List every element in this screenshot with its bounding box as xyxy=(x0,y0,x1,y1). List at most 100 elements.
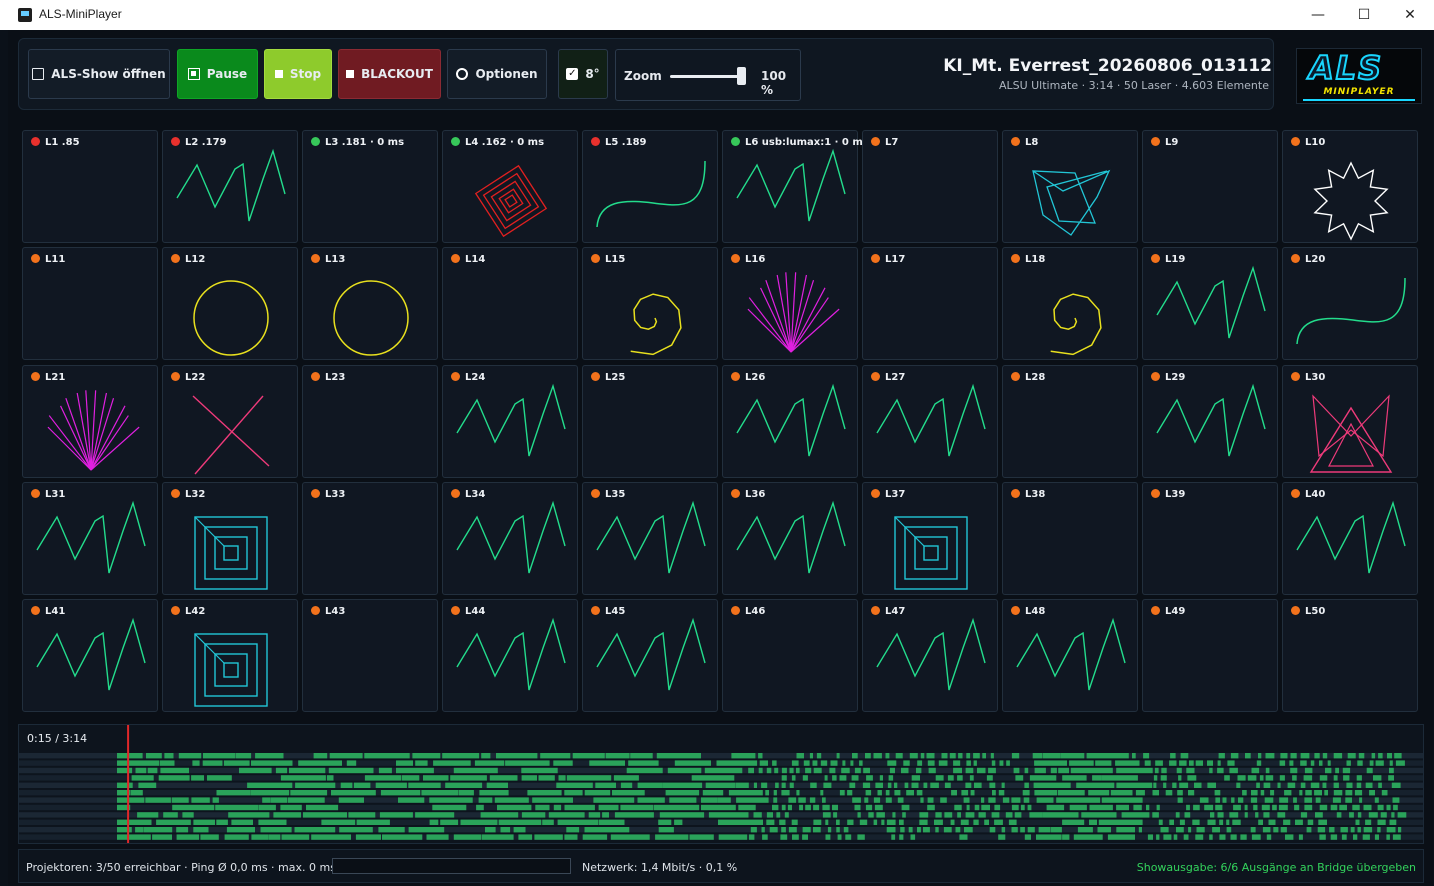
timeline-cue xyxy=(481,753,491,759)
timeline-cue xyxy=(659,812,705,818)
laser-tile-14[interactable]: L14 xyxy=(442,247,578,361)
timeline-cue xyxy=(1076,782,1115,788)
timeline-track-canvas[interactable] xyxy=(19,725,1423,843)
laser-tile-46[interactable]: L46 xyxy=(722,599,858,713)
laser-tile-27[interactable]: L27 xyxy=(862,364,998,478)
blackout-button[interactable]: BLACKOUT xyxy=(338,49,441,99)
laser-tile-11[interactable]: L11 xyxy=(22,247,158,361)
laser-tile-19[interactable]: L19 xyxy=(1142,247,1278,361)
timeline-cue xyxy=(1062,819,1085,825)
laser-tile-25[interactable]: L25 xyxy=(582,364,718,478)
open-show-button[interactable]: ALS-Show öffnen xyxy=(28,49,170,99)
stop-icon xyxy=(274,70,283,78)
timeline-cue xyxy=(1038,827,1051,833)
timeline-cue xyxy=(1227,760,1235,766)
laser-tile-23[interactable]: L23 xyxy=(302,364,438,478)
laser-tile-16[interactable]: L16 xyxy=(722,247,858,361)
laser-tile-42[interactable]: L42 xyxy=(162,599,298,713)
laser-tile-24[interactable]: L24 xyxy=(442,364,578,478)
timeline-cue xyxy=(1339,804,1347,811)
curve-pattern xyxy=(1296,278,1406,345)
laser-tile-2[interactable]: L2 .179 xyxy=(162,130,298,243)
laser-label-text: L1 .85 xyxy=(45,137,80,148)
timeline-cue xyxy=(280,775,326,781)
laser-tile-3[interactable]: L3 .181 · 0 ms xyxy=(302,130,438,243)
timeline-cue xyxy=(810,782,817,788)
laser-tile-48[interactable]: L48 xyxy=(1002,599,1138,713)
laser-tile-28[interactable]: L28 xyxy=(1002,364,1138,478)
laser-tile-32[interactable]: L32 xyxy=(162,481,298,595)
laser-tile-43[interactable]: L43 xyxy=(302,599,438,713)
laser-tile-20[interactable]: L20 xyxy=(1282,247,1418,361)
timeline-cue xyxy=(1051,827,1062,833)
close-button[interactable]: ✕ xyxy=(1387,0,1433,30)
laser-tile-39[interactable]: L39 xyxy=(1142,481,1278,595)
timeline-cue xyxy=(998,834,1006,840)
laser-tile-38[interactable]: L38 xyxy=(1002,481,1138,595)
status-dot-icon xyxy=(1011,254,1020,264)
laser-tile-18[interactable]: L18 xyxy=(1002,247,1138,361)
diamond-ring xyxy=(490,180,532,222)
laser-tile-29[interactable]: L29 xyxy=(1142,364,1278,478)
minimize-button[interactable]: — xyxy=(1295,0,1341,30)
timeline-cue xyxy=(781,767,787,774)
laser-tile-10[interactable]: L10 xyxy=(1282,130,1418,243)
status-dot-icon xyxy=(451,371,460,381)
laser-tile-5[interactable]: L5 .189 xyxy=(582,130,718,243)
laser-tile-1[interactable]: L1 .85 xyxy=(22,130,158,243)
pause-button[interactable]: Pause xyxy=(177,49,258,99)
laser-tile-22[interactable]: L22 xyxy=(162,364,298,478)
timeline-cue xyxy=(540,753,571,759)
timeline-cue xyxy=(117,760,159,766)
laser-tile-40[interactable]: L40 xyxy=(1282,481,1418,595)
laser-tile-31[interactable]: L31 xyxy=(22,481,158,595)
laser-tile-34[interactable]: L34 xyxy=(442,481,578,595)
laser-tile-37[interactable]: L37 xyxy=(862,481,998,595)
laser-tile-6[interactable]: L6 usb:lumax:1 · 0 ms xyxy=(722,130,869,243)
timeline-cue xyxy=(1304,804,1313,811)
laser-tile-9[interactable]: L9 xyxy=(1142,130,1278,243)
options-button[interactable]: Optionen xyxy=(447,49,547,99)
stop-button[interactable]: Stop xyxy=(264,49,332,99)
laser-tile-4[interactable]: L4 .162 · 0 ms xyxy=(442,130,578,243)
fan-ray xyxy=(748,297,792,353)
laser-tile-35[interactable]: L35 xyxy=(582,481,718,595)
laser-tile-45[interactable]: L45 xyxy=(582,599,718,713)
laser-tile-15[interactable]: L15 xyxy=(582,247,718,361)
laser-tile-21[interactable]: L21 xyxy=(22,364,158,478)
laser-tile-30[interactable]: L30 xyxy=(1282,364,1418,478)
timeline-cue xyxy=(941,753,948,759)
laser-tile-33[interactable]: L33 xyxy=(302,481,438,595)
laser-tile-7[interactable]: L7 xyxy=(862,130,998,243)
timeline-cue xyxy=(864,797,869,803)
square-ring xyxy=(223,545,239,561)
laser-tile-8[interactable]: L8 xyxy=(1002,130,1138,243)
timeline-cue xyxy=(658,827,674,833)
laser-tile-36[interactable]: L36 xyxy=(722,481,858,595)
laser-tile-26[interactable]: L26 xyxy=(722,364,858,478)
laser-tile-12[interactable]: L12 xyxy=(162,247,298,361)
timeline[interactable]: 0:15 / 3:14 xyxy=(18,724,1424,844)
timeline-cue xyxy=(1173,834,1178,840)
laser-tile-13[interactable]: L13 xyxy=(302,247,438,361)
stop-label: Stop xyxy=(289,67,322,81)
timeline-cue xyxy=(966,753,971,759)
laser-tile-17[interactable]: L17 xyxy=(862,247,998,361)
laser-tile-50[interactable]: L50 xyxy=(1282,599,1418,713)
zoom-slider-track[interactable] xyxy=(670,75,746,78)
timeline-cue xyxy=(1015,775,1024,781)
timeline-cue xyxy=(1330,804,1338,811)
laser-tile-47[interactable]: L47 xyxy=(862,599,998,713)
angle-checkbox[interactable]: ✓ 8° xyxy=(558,49,608,99)
zoom-slider-thumb[interactable] xyxy=(737,67,746,85)
timeline-cue xyxy=(203,753,236,759)
timeline-cue xyxy=(1319,804,1328,811)
maximize-button[interactable]: ☐ xyxy=(1341,0,1387,30)
laser-tile-44[interactable]: L44 xyxy=(442,599,578,713)
timeline-cue xyxy=(1219,834,1226,840)
timeline-cue xyxy=(589,760,625,766)
timeline-cue xyxy=(885,797,892,803)
laser-tile-41[interactable]: L41 xyxy=(22,599,158,713)
laser-tile-49[interactable]: L49 xyxy=(1142,599,1278,713)
timeline-cue xyxy=(965,767,974,774)
